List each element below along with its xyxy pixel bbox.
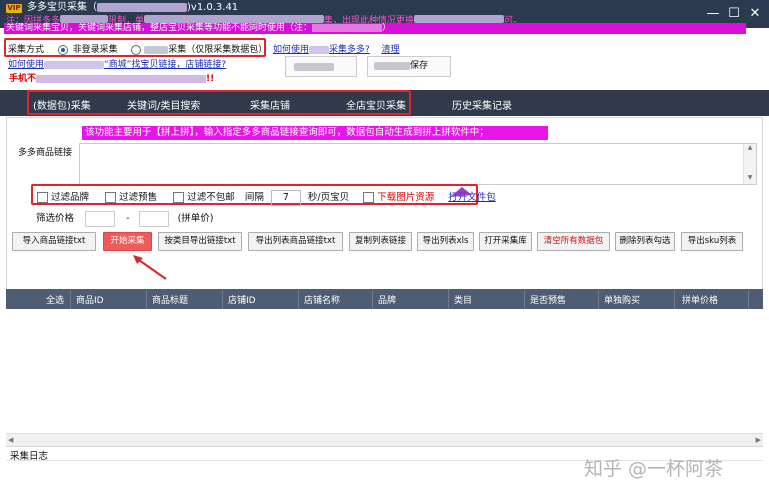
- filter-presale-label[interactable]: 过滤预售: [119, 192, 157, 203]
- help-links-row: 如何使用 采集多多? 清理: [273, 42, 400, 55]
- filter-brand-checkbox[interactable]: [37, 192, 48, 203]
- column-header[interactable]: 类目: [454, 293, 472, 306]
- download-images-label[interactable]: 下载图片资源: [377, 192, 434, 203]
- column-divider: [674, 289, 675, 309]
- column-divider: [298, 289, 299, 309]
- phone-warning: 手机不!!: [9, 71, 214, 84]
- column-divider: [748, 289, 749, 309]
- price-filter-row: 筛选价格 - (拼单价): [36, 210, 214, 227]
- tab-history[interactable]: 历史采集记录: [452, 97, 512, 112]
- column-header[interactable]: 店铺ID: [228, 293, 256, 306]
- save-area[interactable]: 保存: [367, 56, 451, 77]
- collect-mode-label: 采集方式: [8, 45, 45, 55]
- links-label: 多多商品链接: [18, 148, 73, 158]
- tabs-highlight: [27, 90, 411, 115]
- window-title: 多多宝贝采集（ )v1.0.3.41: [27, 2, 238, 14]
- find-link-row: 如何使用 “商城”找宝贝链接，店铺链接?: [8, 57, 226, 70]
- filter-brand-label[interactable]: 过滤品牌: [51, 192, 89, 203]
- clear-packages-button[interactable]: 清空所有数据包: [537, 232, 610, 251]
- clear-link[interactable]: 清理: [382, 45, 400, 55]
- download-images-checkbox[interactable]: [363, 192, 375, 203]
- annotation-arrow-folder: [450, 187, 472, 197]
- price-min-input[interactable]: [85, 210, 116, 227]
- interval-label: 间隔: [244, 192, 264, 203]
- interval-input[interactable]: 7: [270, 189, 301, 206]
- phone-warning-text: 手机不: [9, 74, 37, 84]
- table-body[interactable]: [6, 309, 763, 433]
- price-note: (拼单价): [177, 213, 214, 224]
- price-max-input[interactable]: [138, 210, 169, 227]
- howto-find-link[interactable]: 如何使用: [8, 60, 44, 70]
- mall-find-link[interactable]: “商城”找宝贝链接，店铺链接?: [104, 60, 226, 70]
- export-sku-button[interactable]: 导出sku列表: [681, 232, 743, 251]
- delete-checked-button[interactable]: 删除列表勾选: [615, 232, 675, 251]
- column-divider: [598, 289, 599, 309]
- info-banner: 该功能主要用于【拼上拼】，输入指定多多商品链接查询即可，数据包自动生成到拼上拼软…: [82, 126, 548, 140]
- column-divider: [448, 289, 449, 309]
- radio-option-1-label[interactable]: 非登录采集: [73, 45, 118, 55]
- column-divider: [222, 289, 223, 309]
- import-txt-button[interactable]: 导入商品链接txt: [12, 232, 96, 251]
- column-header-select-all[interactable]: 全选: [46, 293, 64, 306]
- export-xls-button[interactable]: 导出列表xls: [417, 232, 474, 251]
- minimize-button[interactable]: —: [703, 6, 723, 22]
- scroll-up-icon[interactable]: ▲: [744, 144, 756, 152]
- open-library-button[interactable]: 打开采集库: [479, 232, 532, 251]
- copy-list-links-button[interactable]: 复制列表链接: [349, 232, 412, 251]
- howto-use-link[interactable]: 如何使用: [273, 45, 309, 55]
- column-divider: [372, 289, 373, 309]
- account-field[interactable]: [285, 56, 357, 77]
- annotation-arrow-start: [133, 255, 167, 280]
- window-version: )v1.0.3.41: [187, 2, 239, 13]
- category-export-button[interactable]: 按类目导出链接txt: [158, 232, 242, 251]
- scroll-down-icon[interactable]: ▼: [744, 174, 756, 182]
- multi-collect-link[interactable]: 采集多多?: [329, 45, 370, 55]
- column-header[interactable]: 商品标题: [152, 293, 188, 306]
- start-collect-button[interactable]: 开始采集: [103, 232, 152, 251]
- textarea-scrollbar[interactable]: ▲ ▼: [743, 144, 756, 184]
- price-label: 筛选价格: [36, 213, 75, 224]
- interval-unit: 秒/页宝贝: [307, 192, 350, 203]
- table-header: 全选 商品ID 商品标题 店铺ID 店铺名称 品牌 类目 是否预售 单独购买 拼…: [6, 289, 763, 309]
- radio-option-2[interactable]: [131, 44, 142, 55]
- phone-warning-text: !!: [206, 74, 215, 84]
- watermark: 知乎 @一杯阿茶: [584, 458, 724, 480]
- filter-presale-checkbox[interactable]: [105, 192, 117, 203]
- notice-text: ）: [382, 23, 392, 33]
- column-header[interactable]: 是否预售: [530, 293, 566, 306]
- filters-row: 过滤品牌 过滤预售 过滤不包邮 间隔 7 秒/页宝贝 下载图片资源 打开文件包: [37, 189, 496, 206]
- column-header[interactable]: 拼单价格: [682, 293, 718, 306]
- column-header[interactable]: 店铺名称: [304, 293, 340, 306]
- notice-text: 关键词采集宝贝，关键词采集店铺，整店宝贝采集等功能不能同时使用（注：: [6, 23, 313, 33]
- scroll-right-icon[interactable]: ▶: [756, 434, 761, 446]
- export-list-links-button[interactable]: 导出列表商品链接txt: [248, 232, 343, 251]
- notice-line-2: 关键词采集宝贝，关键词采集店铺，整店宝贝采集等功能不能同时使用（注： ）: [4, 23, 746, 34]
- window-title-text: 多多宝贝采集（: [27, 2, 97, 13]
- filter-free-ship-label[interactable]: 过滤不包邮: [187, 192, 235, 203]
- column-header[interactable]: 商品ID: [76, 293, 104, 306]
- radio-option-1[interactable]: [57, 44, 68, 55]
- filter-free-ship-checkbox[interactable]: [173, 192, 185, 203]
- column-divider: [146, 289, 147, 309]
- horizontal-scrollbar[interactable]: ◀ ▶: [6, 433, 763, 446]
- scroll-left-icon[interactable]: ◀: [8, 434, 13, 446]
- collect-mode-row: 采集方式 非登录采集 采集（仅限采集数据包）: [8, 42, 267, 55]
- close-button[interactable]: ✕: [745, 6, 765, 22]
- maximize-button[interactable]: ☐: [724, 6, 744, 22]
- column-header[interactable]: 单独购买: [604, 293, 640, 306]
- save-button-label[interactable]: 保存: [410, 61, 428, 71]
- price-separator: -: [126, 213, 130, 224]
- column-header[interactable]: 品牌: [378, 293, 396, 306]
- links-textarea[interactable]: ▲ ▼: [79, 143, 757, 185]
- column-divider: [524, 289, 525, 309]
- column-divider: [70, 289, 71, 309]
- radio-option-2-label[interactable]: 采集（仅限采集数据包）: [168, 45, 267, 55]
- vip-badge: VIP: [6, 4, 22, 13]
